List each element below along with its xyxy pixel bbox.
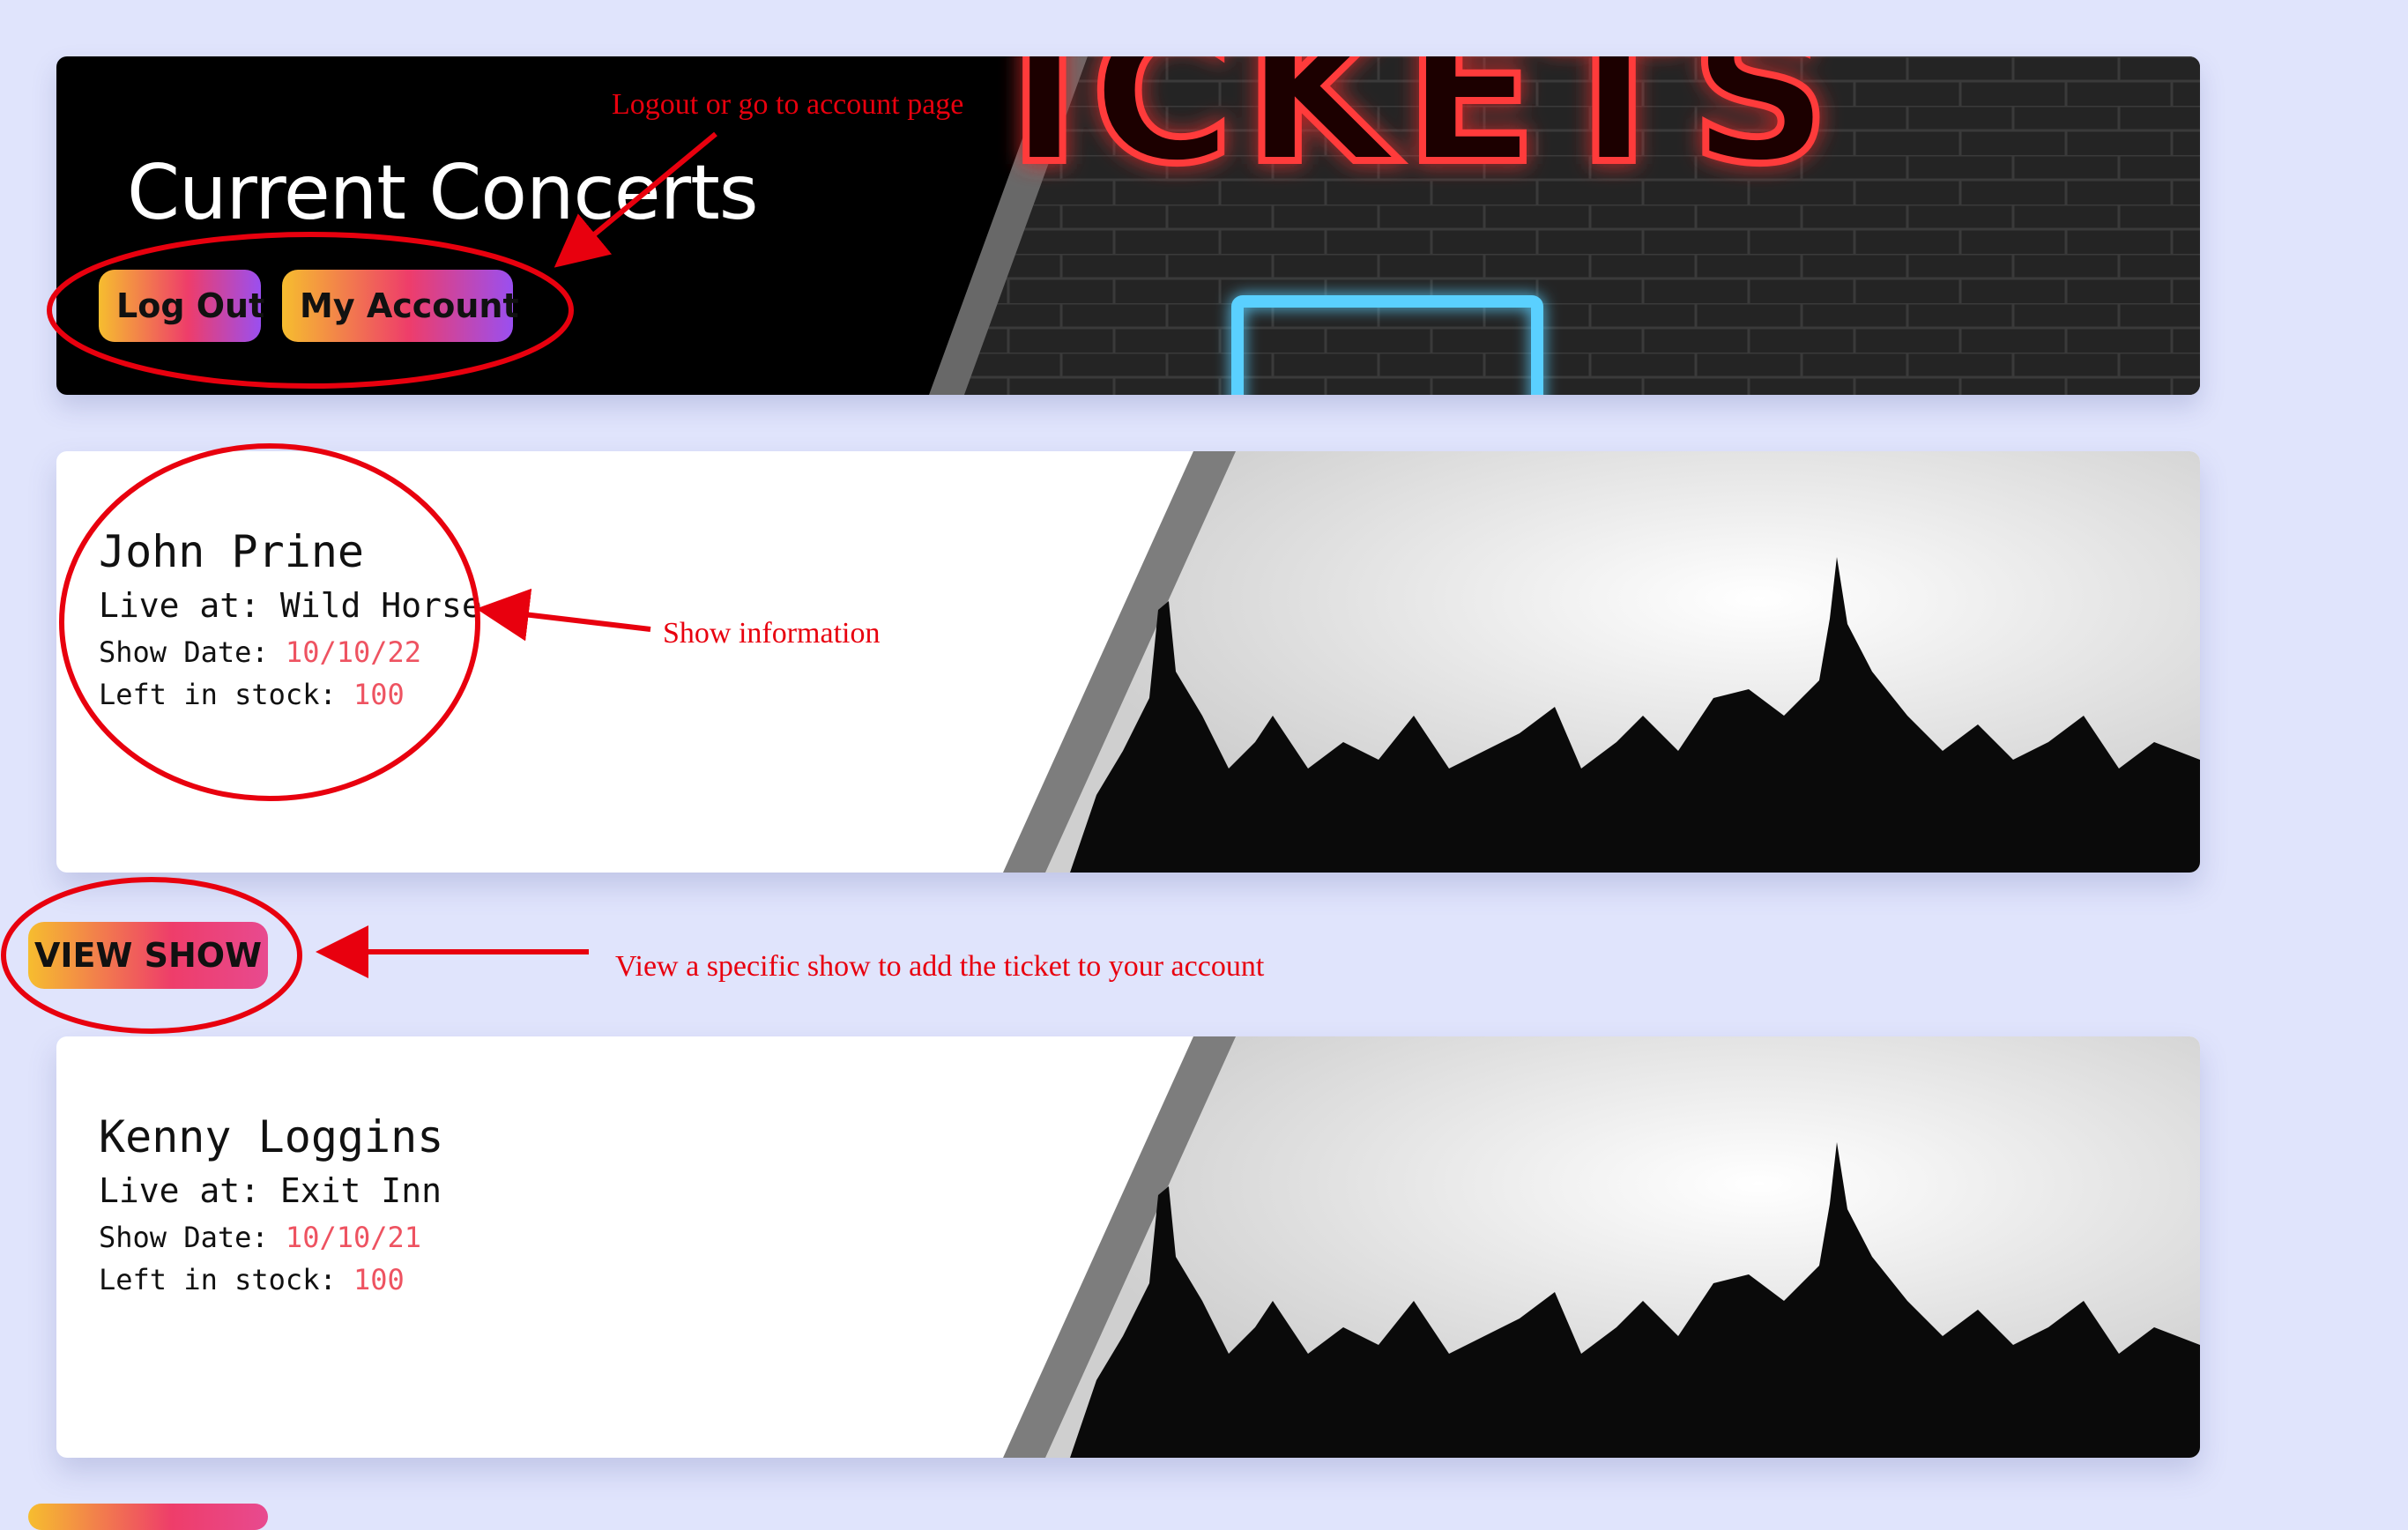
show-info-annotation: Show information (663, 617, 881, 650)
show-info: John Prine Live at: Wild Horse Show Date… (99, 525, 482, 716)
stock-value: 100 (353, 1263, 405, 1296)
stock-row: Left in stock: 100 (99, 1259, 443, 1301)
artist-name: John Prine (99, 526, 365, 577)
show-date-value: 10/10/22 (285, 635, 422, 669)
artist-name: Kenny Loggins (99, 1111, 444, 1162)
view-show-button[interactable]: VIEW SHOW (28, 922, 268, 989)
svg-text:ICKETS: ICKETS (1008, 56, 1841, 206)
stock-label: Left in stock: (99, 1263, 337, 1296)
venue-row: Live at: Wild Horse (99, 580, 482, 631)
venue-name: Wild Horse (279, 586, 482, 625)
venue-label: Live at: (99, 586, 261, 625)
view-show-annotation: View a specific show to add the ticket t… (615, 950, 1265, 983)
show-date-row: Show Date: 10/10/21 (99, 1216, 443, 1259)
page-header: ICKETS Current Concerts (56, 56, 2200, 395)
show-date-value: 10/10/21 (285, 1221, 422, 1254)
stock-value: 100 (353, 678, 405, 711)
show-info: Kenny Loggins Live at: Exit Inn Show Dat… (99, 1110, 443, 1301)
concert-card: Kenny Loggins Live at: Exit Inn Show Dat… (56, 1036, 2200, 1458)
concert-card: John Prine Live at: Wild Horse Show Date… (56, 451, 2200, 873)
show-date-label: Show Date: (99, 1221, 269, 1254)
my-account-button[interactable]: My Account (282, 270, 519, 342)
venue-name: Exit Inn (279, 1171, 442, 1210)
header-annotation: Logout or go to account page (612, 88, 964, 121)
logout-button[interactable]: Log Out (99, 270, 264, 342)
venue-label: Live at: (99, 1171, 261, 1210)
show-date-label: Show Date: (99, 635, 269, 669)
show-date-row: Show Date: 10/10/22 (99, 631, 482, 673)
view-show-button-partial[interactable] (28, 1504, 268, 1530)
stock-row: Left in stock: 100 (99, 673, 482, 716)
stock-label: Left in stock: (99, 678, 337, 711)
page-title: Current Concerts (127, 149, 759, 237)
venue-row: Live at: Exit Inn (99, 1165, 443, 1216)
